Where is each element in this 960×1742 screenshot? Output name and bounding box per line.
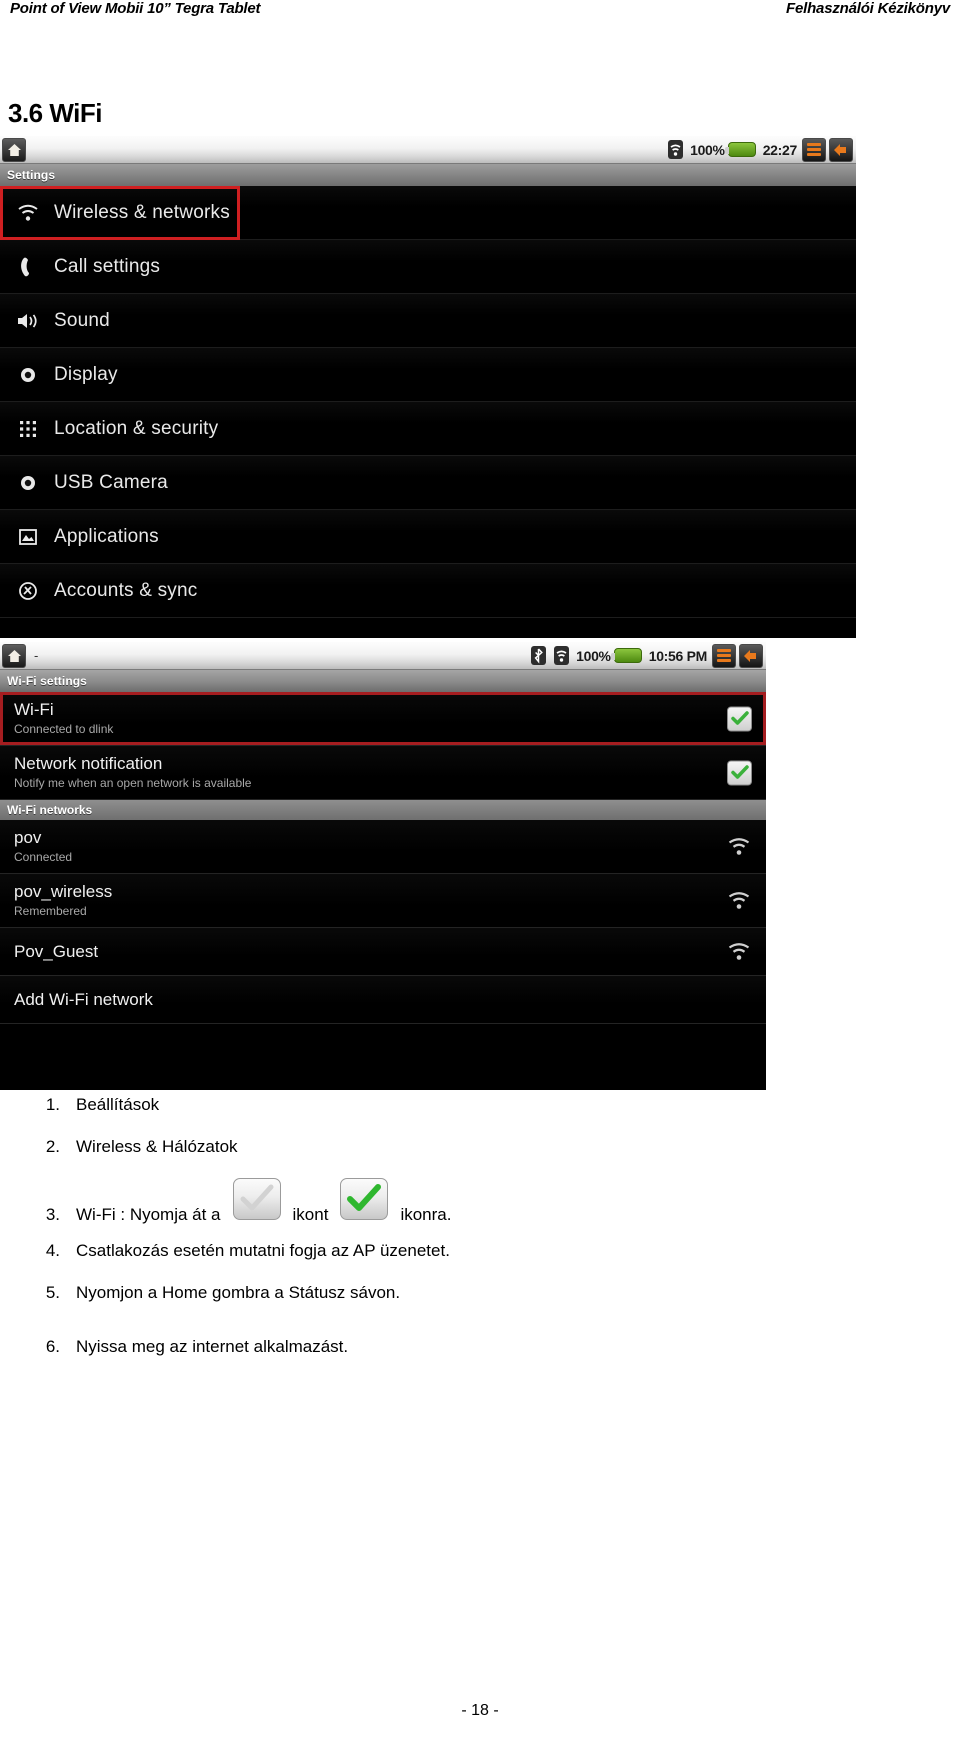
- step-text: Csatlakozás esetén mutatni fogja az AP ü…: [76, 1241, 450, 1260]
- sidebar-item-location-security[interactable]: Location & security: [0, 402, 856, 456]
- screenshot-wifi-settings: - 100% 10:56 PM Wi-Fi settings Wi-Fi Con…: [0, 642, 766, 1090]
- step-text: Nyissa meg az internet alkalmazást.: [76, 1337, 349, 1356]
- checkbox-checked-icon[interactable]: [727, 706, 752, 731]
- sidebar-item-label: USB Camera: [54, 471, 168, 493]
- battery-percent-label: 100%: [690, 141, 725, 158]
- add-wifi-network-label: Add Wi-Fi network: [14, 989, 153, 1009]
- step-4: 4. Csatlakozás esetén mutatni fogja az A…: [20, 1240, 960, 1262]
- grid-dots-icon: [14, 415, 42, 443]
- step-1: 1. Beállítások: [20, 1094, 960, 1116]
- wifi-signal-icon: [726, 836, 752, 858]
- sidebar-item-label: Display: [54, 363, 118, 385]
- sidebar-item-label: Call settings: [54, 255, 161, 277]
- checkbox-checked-icon[interactable]: [727, 760, 752, 785]
- settings-list: Wireless & networks Call settings Sound: [0, 186, 856, 618]
- clock-label: 10:56 PM: [648, 647, 708, 664]
- wifi-icon: [14, 199, 42, 227]
- clock-label: 22:27: [762, 141, 798, 158]
- wifi-toggle-row[interactable]: Wi-Fi Connected to dlink: [0, 692, 766, 746]
- menu-icon[interactable]: [712, 643, 736, 668]
- network-notification-row[interactable]: Network notification Notify me when an o…: [0, 746, 766, 800]
- add-wifi-network-row[interactable]: Add Wi-Fi network: [0, 976, 766, 1024]
- step-5: 5. Nyomjon a Home gombra a Státusz sávon…: [20, 1282, 960, 1304]
- step-3-text-after: ikonra.: [400, 1205, 452, 1224]
- sidebar-item-label: Applications: [54, 525, 159, 547]
- step-6: 6. Nyissa meg az internet alkalmazást.: [20, 1336, 960, 1358]
- sidebar-item-label: Location & security: [54, 417, 219, 439]
- step-text: Wi-Fi : Nyomja át a ikont ikonra.: [76, 1178, 451, 1226]
- phone-icon: [14, 253, 42, 281]
- sidebar-item-usb-camera[interactable]: USB Camera: [0, 456, 856, 510]
- step-3-text-middle: ikont: [292, 1205, 329, 1224]
- step-number: 6.: [45, 1337, 60, 1356]
- back-arrow-icon[interactable]: [739, 643, 763, 668]
- home-icon[interactable]: [2, 643, 26, 668]
- checkbox-checked-icon: [340, 1178, 389, 1220]
- step-3-text-before: Wi-Fi : Nyomja át a: [76, 1205, 221, 1224]
- speaker-icon: [14, 307, 42, 335]
- list-item[interactable]: pov_wireless Remembered: [0, 874, 766, 928]
- wifi-signal-icon: [726, 941, 752, 963]
- sidebar-item-display[interactable]: Display: [0, 348, 856, 402]
- applications-icon: [14, 523, 42, 551]
- sidebar-item-sound[interactable]: Sound: [0, 294, 856, 348]
- settings-title-bar: Settings: [0, 164, 856, 186]
- list-item[interactable]: pov Connected: [0, 820, 766, 874]
- settings-status-bar: 100% 22:27: [0, 136, 856, 164]
- brightness-icon: [14, 361, 42, 389]
- step-text: Wireless & Hálózatok: [76, 1137, 238, 1156]
- back-arrow-icon[interactable]: [829, 137, 853, 162]
- step-number: 4.: [45, 1241, 60, 1260]
- sync-icon: [14, 577, 42, 605]
- list-item[interactable]: Pov_Guest: [0, 928, 766, 976]
- step-number: 3.: [45, 1205, 60, 1224]
- menu-icon[interactable]: [802, 137, 826, 162]
- network-status: Remembered: [14, 904, 87, 918]
- wifi-networks-section-header: Wi-Fi networks: [0, 800, 766, 820]
- wifi-toggle-subtitle: Connected to dlink: [14, 722, 114, 736]
- running-head-left: Point of View Mobii 10” Tegra Tablet: [10, 0, 261, 17]
- network-status: Connected: [14, 850, 73, 864]
- brightness-icon: [14, 469, 42, 497]
- checkbox-unchecked-icon: [232, 1178, 281, 1220]
- step-text: Beállítások: [76, 1095, 160, 1114]
- step-number: 5.: [45, 1283, 60, 1302]
- step-2: 2. Wireless & Hálózatok: [20, 1136, 960, 1158]
- sidebar-item-accounts-sync[interactable]: Accounts & sync: [0, 564, 856, 618]
- screenshot-settings: 100% 22:27 Settings Wireless & networks: [0, 136, 856, 638]
- sidebar-item-label: Accounts & sync: [54, 579, 198, 601]
- sidebar-item-label: Sound: [54, 309, 110, 331]
- network-ssid: Pov_Guest: [14, 941, 99, 961]
- running-head: Point of View Mobii 10” Tegra Tablet Fel…: [0, 0, 960, 40]
- wifi-toggle-title: Wi-Fi: [14, 700, 54, 719]
- page-number: - 18 -: [461, 1702, 499, 1719]
- running-head-right: Felhasználói Kézikönyv: [786, 0, 950, 17]
- wifi-title-bar: Wi-Fi settings: [0, 670, 766, 692]
- bluetooth-icon: [530, 645, 547, 667]
- sidebar-item-label: Wireless & networks: [54, 201, 230, 223]
- home-icon[interactable]: [2, 137, 26, 162]
- wifi-signal-icon: [726, 890, 752, 912]
- sidebar-item-call-settings[interactable]: Call settings: [0, 240, 856, 294]
- battery-full-icon: [724, 142, 756, 157]
- network-notification-subtitle: Notify me when an open network is availa…: [14, 776, 252, 790]
- status-dash: -: [34, 648, 39, 663]
- step-3: 3. Wi-Fi : Nyomja át a ikont ikonra.: [20, 1178, 960, 1226]
- wifi-list-empty-area: [0, 1024, 766, 1090]
- page-title: 3.6 WiFi: [8, 98, 103, 128]
- sidebar-item-wireless-networks[interactable]: Wireless & networks: [0, 186, 856, 240]
- sidebar-item-applications[interactable]: Applications: [0, 510, 856, 564]
- instruction-steps: 1. Beállítások 2. Wireless & Hálózatok 3…: [0, 1094, 960, 1378]
- battery-full-icon: [610, 648, 642, 663]
- wifi-signal-icon: [553, 645, 570, 667]
- wifi-signal-icon: [667, 139, 684, 161]
- battery-percent-label: 100%: [576, 647, 611, 664]
- network-ssid: pov: [14, 828, 42, 847]
- step-number: 2.: [45, 1137, 60, 1156]
- step-text: Nyomjon a Home gombra a Státusz sávon.: [76, 1283, 401, 1302]
- network-notification-title: Network notification: [14, 754, 163, 773]
- wifi-status-bar: - 100% 10:56 PM: [0, 642, 766, 670]
- network-ssid: pov_wireless: [14, 882, 113, 901]
- step-number: 1.: [45, 1095, 60, 1114]
